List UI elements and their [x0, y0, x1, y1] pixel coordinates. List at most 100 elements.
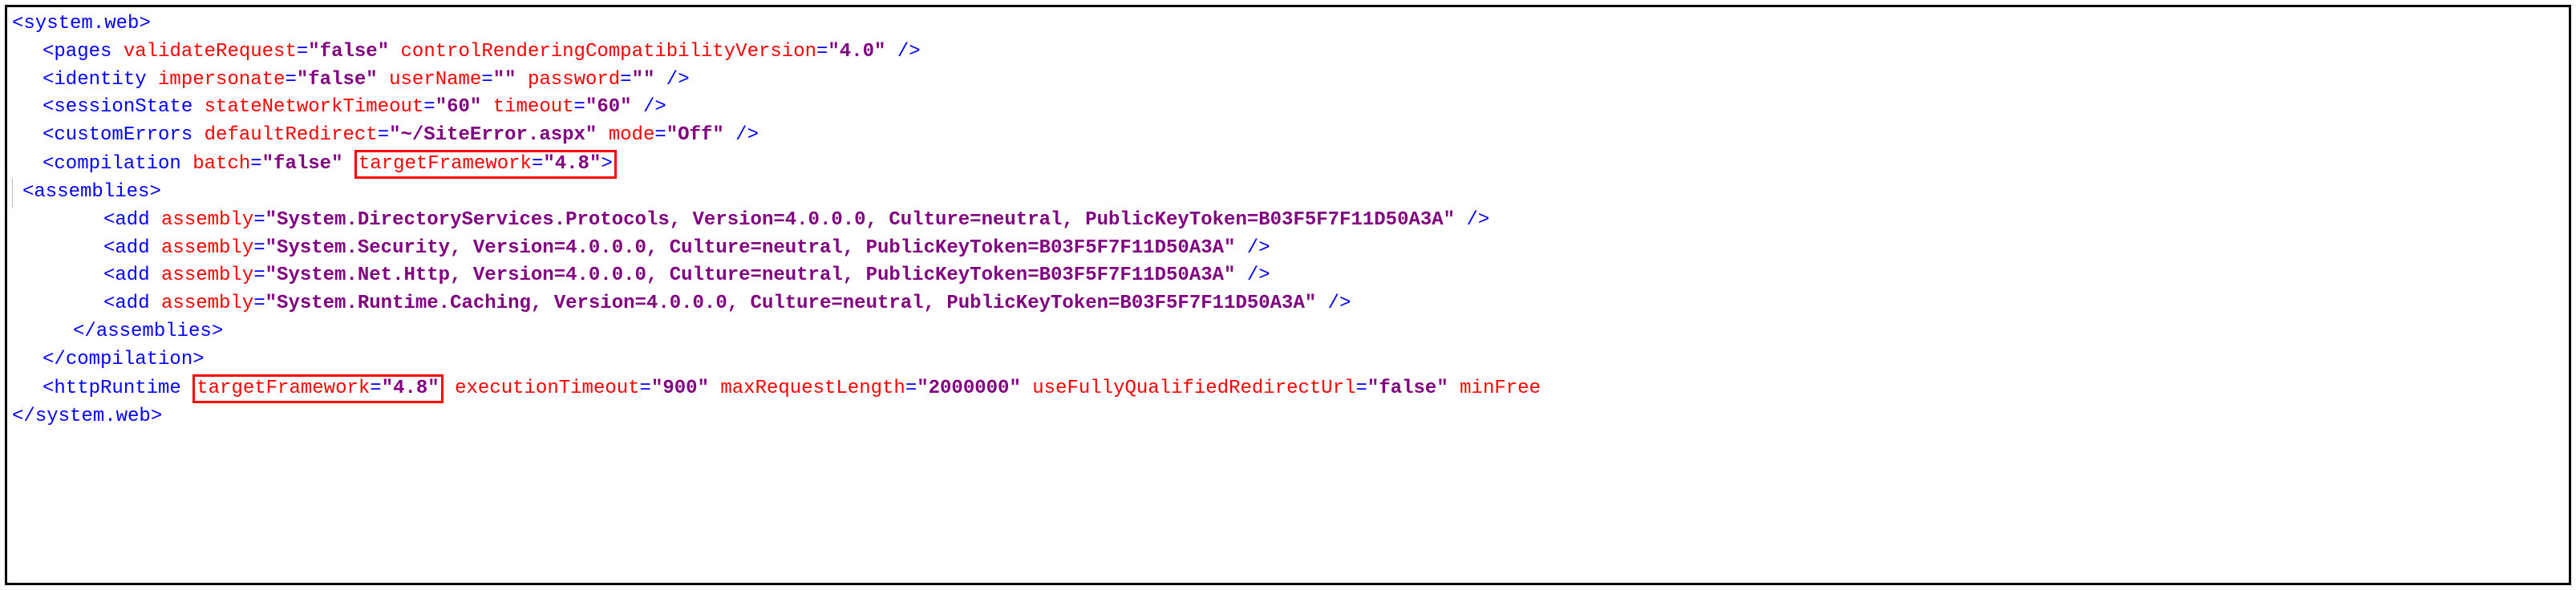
- attr-value: "false": [308, 41, 389, 63]
- xml-line-8: <add assembly="System.DirectoryServices.…: [12, 207, 2562, 235]
- equals: =: [423, 96, 435, 118]
- angle-close: >: [139, 13, 150, 34]
- xml-line-13: </compilation>: [12, 346, 2562, 374]
- attr-value: "System.Security, Version=4.0.0.0, Cultu…: [265, 237, 1236, 259]
- equals: =: [253, 293, 265, 314]
- angle-close: >: [212, 321, 223, 342]
- angle-open: <: [43, 41, 54, 63]
- xml-line-2: <pages validateRequest="false" controlRe…: [12, 38, 2562, 67]
- space: [597, 124, 608, 146]
- xml-line-14: <httpRuntime targetFramework="4.8" execu…: [12, 374, 2562, 403]
- xml-line-4: <sessionState stateNetworkTimeout="60" t…: [12, 94, 2562, 122]
- xml-line-11: <add assembly="System.Runtime.Caching, V…: [12, 290, 2562, 318]
- attr-name: maxRequestLength: [720, 378, 905, 399]
- angle-open: <: [103, 293, 115, 314]
- space: [1448, 378, 1460, 399]
- angle-open: <: [12, 13, 23, 34]
- attr-value: "60": [435, 96, 482, 118]
- angle-close: >: [149, 181, 160, 203]
- xml-line-6: <compilation batch="false" targetFramewo…: [12, 150, 2562, 179]
- space: [481, 96, 492, 118]
- attr-name-truncated: minFree: [1460, 378, 1541, 399]
- equals: =: [253, 209, 265, 231]
- equals: =: [905, 378, 917, 399]
- angle-open: <: [43, 153, 54, 175]
- tag-name: identity: [54, 69, 158, 91]
- tag-name: assemblies: [96, 321, 212, 342]
- attr-name: userName: [389, 69, 481, 91]
- angle-open: </: [73, 321, 96, 342]
- tag-name: system.web: [23, 13, 139, 34]
- attr-name: validateRequest: [124, 41, 297, 63]
- angle-open: </: [12, 406, 35, 427]
- attr-value: "Off": [666, 124, 724, 146]
- equals: =: [532, 153, 543, 175]
- angle-close: >: [192, 349, 204, 370]
- tag-name: httpRuntime: [54, 378, 192, 399]
- self-close: />: [1235, 265, 1270, 286]
- equals: =: [253, 237, 265, 259]
- attr-name: assembly: [161, 209, 253, 231]
- equals: =: [816, 41, 828, 63]
- tag-name: add: [115, 293, 161, 314]
- xml-line-7: <assemblies>: [12, 179, 2562, 207]
- attr-name: impersonate: [158, 69, 285, 91]
- attr-name: assembly: [161, 265, 253, 286]
- tag-name: add: [115, 265, 161, 286]
- attr-value: "System.Runtime.Caching, Version=4.0.0.0…: [265, 293, 1317, 314]
- attr-value: "4.0": [828, 41, 885, 63]
- space: [709, 378, 720, 399]
- space: [378, 69, 389, 91]
- angle-open: <: [103, 237, 115, 259]
- attr-name: assembly: [161, 237, 253, 259]
- space: [342, 153, 354, 175]
- self-close: />: [654, 69, 689, 91]
- self-close: />: [1316, 293, 1351, 314]
- equals: =: [654, 124, 666, 146]
- angle-open: </: [43, 349, 66, 370]
- angle-open: <: [43, 69, 54, 91]
- attr-name: controlRenderingCompatibilityVersion: [401, 41, 816, 63]
- equals: =: [1356, 378, 1367, 399]
- equals: =: [253, 265, 265, 286]
- angle-open: <: [22, 181, 34, 203]
- tag-name: assemblies: [34, 181, 149, 203]
- xml-line-12: </assemblies>: [12, 318, 2562, 346]
- attr-value: "": [632, 69, 655, 91]
- tag-name: add: [115, 209, 161, 231]
- attr-value: "2000000": [917, 378, 1021, 399]
- attr-name: useFullyQualifiedRedirectUrl: [1032, 378, 1355, 399]
- equals: =: [574, 96, 585, 118]
- equals: =: [285, 69, 296, 91]
- attr-value: "4.8": [382, 378, 439, 399]
- angle-close: >: [151, 406, 162, 427]
- xml-line-15: </system.web>: [12, 403, 2562, 431]
- angle-open: <: [103, 209, 115, 231]
- attr-value: "false": [262, 153, 343, 175]
- tag-name: compilation: [54, 153, 192, 175]
- attr-value: "false": [1367, 378, 1448, 399]
- space: [389, 41, 400, 63]
- attr-name: batch: [192, 153, 250, 175]
- attr-name: timeout: [493, 96, 574, 118]
- space: [516, 69, 528, 91]
- attr-value: "false": [297, 69, 378, 91]
- attr-value: "System.Net.Http, Version=4.0.0.0, Cultu…: [265, 265, 1236, 286]
- self-close: />: [724, 124, 759, 146]
- self-close: />: [885, 41, 920, 63]
- attr-name: targetFramework: [196, 378, 370, 399]
- angle-close: >: [601, 153, 612, 175]
- highlight-target-framework-compilation: targetFramework="4.8">: [354, 150, 617, 179]
- attr-name: password: [528, 69, 620, 91]
- attr-value: "900": [651, 378, 709, 399]
- equals: =: [640, 378, 651, 399]
- highlight-target-framework-httpruntime: targetFramework="4.8": [192, 374, 443, 403]
- code-block: { "lines": { "l1": {"t0":"<","t1":"syste…: [5, 5, 2571, 585]
- tag-name: system.web: [35, 406, 151, 427]
- equals: =: [250, 153, 261, 175]
- attr-name: stateNetworkTimeout: [205, 96, 424, 118]
- xml-line-3: <identity impersonate="false" userName="…: [12, 67, 2562, 95]
- self-close: />: [632, 96, 666, 118]
- attr-value: "~/SiteError.aspx": [389, 124, 597, 146]
- self-close: />: [1235, 237, 1270, 259]
